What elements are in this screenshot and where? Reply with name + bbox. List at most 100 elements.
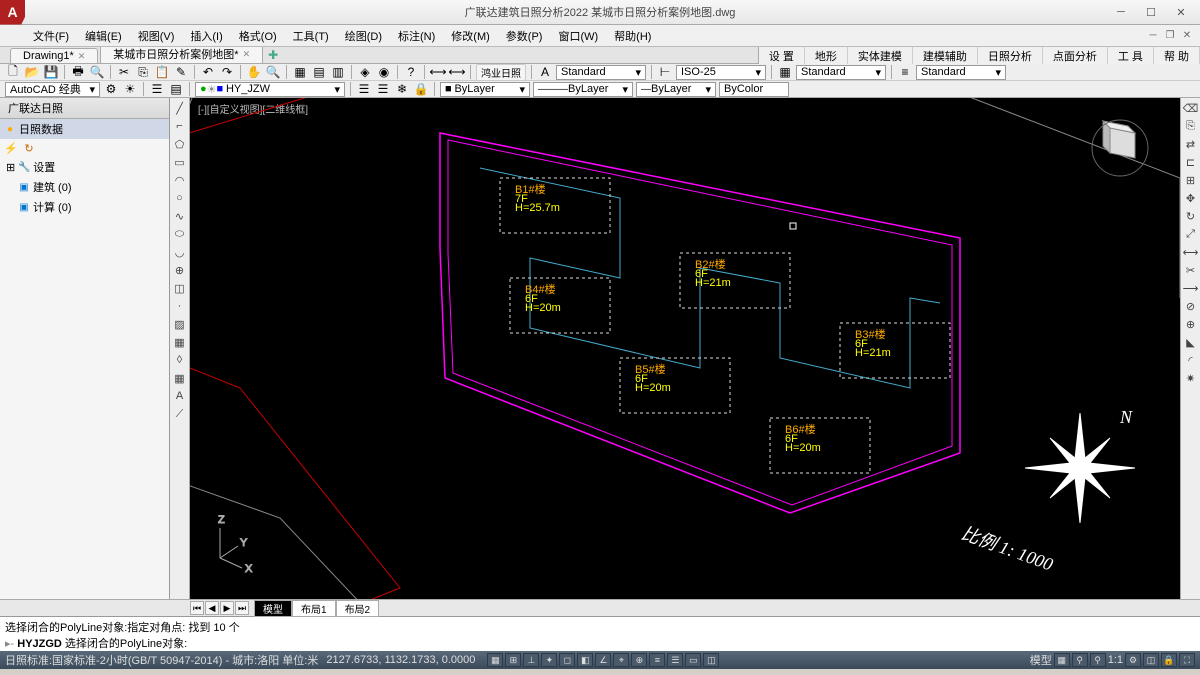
sb-osnap-icon[interactable]: ◻	[559, 653, 575, 667]
ws-sun-icon[interactable]: ☀	[122, 81, 138, 97]
layer-state-icon[interactable]: ▤	[168, 81, 184, 97]
open-icon[interactable]: 📂	[24, 64, 40, 80]
xline-icon[interactable]: ⟋	[172, 406, 188, 422]
sb-model-label[interactable]: 模型	[1030, 652, 1052, 668]
sun-button[interactable]: 鸿业日照	[476, 64, 526, 81]
menu-insert[interactable]: 插入(I)	[182, 26, 230, 46]
join-icon[interactable]: ⊕	[1183, 316, 1199, 332]
plotstyle-dropdown[interactable]: ByColor	[719, 82, 789, 97]
lt-first-icon[interactable]: ⏮	[190, 601, 204, 615]
sb-dyn-icon[interactable]: ⊕	[631, 653, 647, 667]
sb-snap-icon[interactable]: ▦	[487, 653, 503, 667]
paste-icon[interactable]: 📋	[154, 64, 170, 80]
menu-edit[interactable]: 编辑(E)	[77, 26, 130, 46]
tool-e-icon[interactable]: ◉	[376, 64, 392, 80]
tab-drawing1[interactable]: Drawing1*✕	[10, 48, 98, 63]
pan-icon[interactable]: ✋	[246, 64, 262, 80]
ellipse-icon[interactable]: ⬭	[172, 226, 188, 242]
tree-building[interactable]: ▣建筑 (0)	[0, 177, 169, 197]
linetype-dropdown[interactable]: ——— ByLayer▾	[533, 82, 633, 97]
ws-gear-icon[interactable]: ⚙	[103, 81, 119, 97]
text-style-icon[interactable]: A	[537, 64, 553, 80]
pline-icon[interactable]: ⌐	[172, 118, 188, 134]
close-tab-icon[interactable]: ✕	[78, 51, 86, 62]
maximize-button[interactable]: ☐	[1137, 3, 1165, 21]
ellipse-arc-icon[interactable]: ◡	[172, 244, 188, 260]
menu-format[interactable]: 格式(O)	[231, 26, 285, 46]
view-cube[interactable]	[1090, 118, 1150, 178]
print-icon[interactable]: 🖶	[70, 64, 86, 80]
block-icon[interactable]: ◫	[172, 280, 188, 296]
hatch-icon[interactable]: ▨	[172, 316, 188, 332]
scale-icon[interactable]: ⤢	[1183, 226, 1199, 242]
doc-close-button[interactable]: ✕	[1179, 29, 1195, 43]
sb-sc-icon[interactable]: ◫	[703, 653, 719, 667]
menu-window[interactable]: 窗口(W)	[550, 26, 606, 46]
drawing-canvas[interactable]: [-][自定义视图][二维线框] B1#楼7FH=25.	[190, 98, 1180, 599]
layer-off-icon[interactable]: ☰	[375, 81, 391, 97]
help-icon[interactable]: ?	[403, 64, 419, 80]
polygon-icon[interactable]: ⬠	[172, 136, 188, 152]
expand-icon[interactable]: ⊞	[6, 161, 15, 174]
menu-tools[interactable]: 工具(T)	[285, 26, 337, 46]
sb-grid2-icon[interactable]: ▦	[1054, 653, 1070, 667]
sb-ann-icon[interactable]: ⚲	[1072, 653, 1088, 667]
table-style-icon[interactable]: ▦	[777, 64, 793, 80]
sb-grid-icon[interactable]: ⊞	[505, 653, 521, 667]
preview-icon[interactable]: 🔍	[89, 64, 105, 80]
mtext-icon[interactable]: A	[172, 388, 188, 404]
layer-frz-icon[interactable]: ❄	[394, 81, 410, 97]
arc-icon[interactable]: ◠	[172, 172, 188, 188]
ptab-help[interactable]: 帮 助	[1154, 47, 1200, 64]
ptab-tools[interactable]: 工 具	[1108, 47, 1154, 64]
close-tab-icon[interactable]: ✕	[243, 49, 251, 60]
sb-otrack-icon[interactable]: ∠	[595, 653, 611, 667]
line-icon[interactable]: ╱	[172, 100, 188, 116]
refresh-icon[interactable]: ↻	[22, 141, 36, 155]
dim2-icon[interactable]: ⟷	[449, 64, 465, 80]
erase-icon[interactable]: ⌫	[1183, 100, 1199, 116]
cut-icon[interactable]: ✂	[116, 64, 132, 80]
close-button[interactable]: ✕	[1167, 3, 1195, 21]
array-icon[interactable]: ⊞	[1183, 172, 1199, 188]
layer-iso-icon[interactable]: ☰	[356, 81, 372, 97]
fillet-icon[interactable]: ◜	[1183, 352, 1199, 368]
save-icon[interactable]: 💾	[43, 64, 59, 80]
color-dropdown[interactable]: ■ ByLayer▾	[440, 82, 530, 97]
move-icon[interactable]: ✥	[1183, 190, 1199, 206]
text-style-dropdown[interactable]: Standard▾	[556, 65, 646, 80]
tree-settings[interactable]: ⊞🔧设置	[0, 157, 169, 177]
minimize-button[interactable]: ─	[1107, 3, 1135, 21]
insert-icon[interactable]: ⊕	[172, 262, 188, 278]
zoom-icon[interactable]: 🔍	[265, 64, 281, 80]
tree-calc[interactable]: ▣计算 (0)	[0, 197, 169, 217]
ptab-settings[interactable]: 设 置	[759, 47, 805, 64]
circle-icon[interactable]: ○	[172, 190, 188, 206]
lt-last-icon[interactable]: ⏭	[235, 601, 249, 615]
layout-tab-2[interactable]: 布局2	[336, 600, 380, 617]
layout-tab-1[interactable]: 布局1	[292, 600, 336, 617]
extend-icon[interactable]: ⟶	[1183, 280, 1199, 296]
offset-icon[interactable]: ⊏	[1183, 154, 1199, 170]
sb-ann2-icon[interactable]: ⚲	[1090, 653, 1106, 667]
layer-lock-icon[interactable]: 🔒	[413, 81, 429, 97]
doc-minimize-button[interactable]: ─	[1145, 29, 1161, 43]
command-input[interactable]: 选择闭合的PolyLine对象:	[62, 638, 187, 650]
sb-polar-icon[interactable]: ✦	[541, 653, 557, 667]
undo-icon[interactable]: ↶	[200, 64, 216, 80]
ml-style-dropdown[interactable]: Standard▾	[916, 65, 1006, 80]
table-style-dropdown[interactable]: Standard▾	[796, 65, 886, 80]
rotate-icon[interactable]: ↻	[1183, 208, 1199, 224]
sb-lwt-icon[interactable]: ≡	[649, 653, 665, 667]
dim-icon[interactable]: ⟷	[430, 64, 446, 80]
tool-b-icon[interactable]: ▤	[311, 64, 327, 80]
rect-icon[interactable]: ▭	[172, 154, 188, 170]
new-tab-icon[interactable]: ✚	[265, 47, 281, 63]
dim-style-icon[interactable]: ⊢	[657, 64, 673, 80]
ptab-solid[interactable]: 实体建模	[848, 47, 913, 64]
gradient-icon[interactable]: ▦	[172, 334, 188, 350]
doc-restore-button[interactable]: ❐	[1162, 29, 1178, 43]
ptab-point-analysis[interactable]: 点面分析	[1043, 47, 1108, 64]
tool-a-icon[interactable]: ▦	[292, 64, 308, 80]
lt-prev-icon[interactable]: ◀	[205, 601, 219, 615]
